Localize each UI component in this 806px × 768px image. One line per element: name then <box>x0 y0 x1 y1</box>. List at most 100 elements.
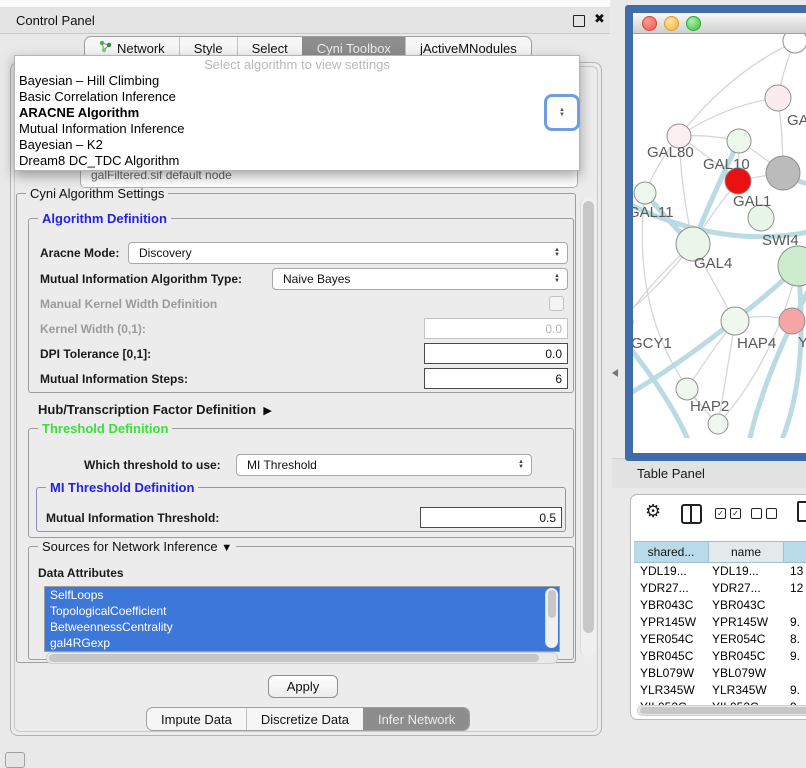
table-panel-title: Table Panel <box>637 466 705 481</box>
settings-scrollbar-thumb[interactable] <box>583 201 594 633</box>
pane-divider-cursor <box>612 369 618 377</box>
table-hscrollbar-thumb[interactable] <box>640 707 806 714</box>
spinner-arrows-icon: ▲▼ <box>547 274 567 284</box>
data-attributes-list[interactable]: SelfLoopsTopologicalCoefficientBetweenne… <box>44 586 560 652</box>
table-cell: YLR345W <box>634 682 708 699</box>
attribute-item-topologicalcoefficient[interactable]: TopologicalCoefficient <box>45 603 559 619</box>
table-row[interactable]: YDL19...YDL19...13 <box>634 563 806 580</box>
network-node-gal11[interactable] <box>634 182 656 204</box>
control-panel-title: Control Panel <box>16 13 95 28</box>
column-header-partial[interactable]: A <box>784 541 806 563</box>
document-icon[interactable] <box>797 501 806 522</box>
attribute-item-selfloops[interactable]: SelfLoops <box>45 587 559 603</box>
collapsed-arrow-icon[interactable]: ▶ <box>263 405 271 417</box>
network-graph: GALGAL80GAL10GAL1GAL11SWI4GAL4GCY1HAP4YH… <box>633 34 806 438</box>
mi-algorithm-type-select[interactable]: Naive Bayes ▲▼ <box>272 268 568 290</box>
table-cell: YDL19... <box>634 563 708 580</box>
gear-icon[interactable]: ⚙ <box>645 501 661 522</box>
attribute-item-betweennesscentrality[interactable]: BetweennessCentrality <box>45 619 559 635</box>
algorithm-dropdown-placeholder: Select algorithm to view settings <box>15 56 579 73</box>
table-cell: 9. <box>782 682 806 699</box>
panel-corner-chip[interactable] <box>5 752 25 768</box>
aracne-mode-select[interactable]: Discovery ▲▼ <box>128 242 568 264</box>
network-node[interactable] <box>766 156 800 190</box>
network-node-y[interactable] <box>779 308 805 334</box>
network-node[interactable] <box>783 34 806 53</box>
data-attributes-label: Data Attributes <box>38 566 124 580</box>
table-cell: 12 <box>782 580 806 597</box>
attributes-hscrollbar[interactable] <box>46 652 558 664</box>
apply-button[interactable]: Apply <box>268 675 338 698</box>
column-header-name[interactable]: name <box>709 541 784 563</box>
column-header-shared[interactable]: shared... <box>634 541 709 563</box>
algorithm-option-bayesian-hill-climbing[interactable]: Bayesian – Hill Climbing <box>15 73 579 89</box>
network-view-window: GALGAL80GAL10GAL1GAL11SWI4GAL4GCY1HAP4YH… <box>625 5 806 461</box>
attribute-item-gal4rgexp[interactable]: gal4RGexp <box>45 635 559 651</box>
network-node-gal10[interactable] <box>727 129 751 153</box>
attributes-list-scrollbar[interactable] <box>545 588 558 648</box>
algorithm-definition-title: Algorithm Definition <box>38 211 171 226</box>
tab-label: Discretize Data <box>261 712 349 727</box>
algorithm-combo-button[interactable]: ▲▼ <box>544 94 580 131</box>
spinner-arrows-icon: ▲▼ <box>547 248 567 258</box>
table-row[interactable]: YER054CYER054C8. <box>634 631 806 648</box>
network-canvas[interactable]: GALGAL80GAL10GAL1GAL11SWI4GAL4GCY1HAP4YH… <box>633 34 806 438</box>
control-panel-titlebar: Control Panel ✖ <box>0 8 610 34</box>
split-columns-icon[interactable] <box>681 504 702 524</box>
table-row[interactable]: YLR345WYLR345W9. <box>634 682 806 699</box>
attributes-hscrollbar-thumb[interactable] <box>49 654 539 662</box>
table-cell: YBL079W <box>708 665 782 682</box>
algorithm-option-aracne-algorithm[interactable]: ARACNE Algorithm <box>15 105 579 121</box>
manual-kernel-width-checkbox[interactable] <box>549 296 564 311</box>
kernel-width-label: Kernel Width (0,1): <box>40 322 146 336</box>
network-node[interactable] <box>708 414 728 434</box>
table-hscrollbar[interactable] <box>637 705 806 716</box>
table-row[interactable]: YBR043CYBR043C <box>634 597 806 614</box>
table-row[interactable]: YBR045CYBR045C9. <box>634 648 806 665</box>
hub-section-label[interactable]: Hub/Transcription Factor Definition ▶ <box>38 402 272 417</box>
network-node-label: GAL <box>787 112 806 129</box>
mi-threshold-field[interactable]: 0.5 <box>420 507 562 528</box>
float-panel-icon[interactable] <box>573 15 585 27</box>
network-node-gal[interactable] <box>765 85 791 111</box>
table-row[interactable]: YBL079WYBL079W <box>634 665 806 682</box>
expanded-arrow-icon[interactable]: ▼ <box>221 542 232 554</box>
network-node-label: GCY1 <box>633 335 672 352</box>
mi-steps-field[interactable]: 6 <box>424 368 568 389</box>
table-cell: YER054C <box>634 631 708 648</box>
table-panel-titlebar: Table Panel <box>612 458 806 488</box>
network-node-label: GAL10 <box>703 156 750 173</box>
deselect-all-icon[interactable] <box>751 508 777 519</box>
close-panel-icon[interactable]: ✖ <box>594 11 605 27</box>
algorithm-option-bayesian-k2[interactable]: Bayesian – K2 <box>15 137 579 153</box>
table-cell: 13 <box>782 563 806 580</box>
network-window-titlebar[interactable] <box>633 13 806 34</box>
network-node-label: GAL11 <box>633 204 674 221</box>
algorithm-dropdown-popup: Select algorithm to view settings Bayesi… <box>14 55 580 171</box>
tab-label: Select <box>252 41 288 56</box>
network-node-hap4[interactable] <box>721 307 749 335</box>
minimize-window-icon[interactable] <box>664 16 679 31</box>
algorithm-option-mutual-information-inference[interactable]: Mutual Information Inference <box>15 121 579 137</box>
tab-infer-network[interactable]: Infer Network <box>363 708 469 730</box>
algorithm-option-dream8-dc-tdc-algorithm[interactable]: Dream8 DC_TDC Algorithm <box>15 153 579 169</box>
algorithm-option-basic-correlation-inference[interactable]: Basic Correlation Inference <box>15 89 579 105</box>
table-row[interactable]: YDR27...YDR27...12 <box>634 580 806 597</box>
dpi-tolerance-field[interactable]: 0.0 <box>424 343 568 364</box>
table-header-row: shared... name A <box>634 541 806 563</box>
table-cell: 9. <box>782 648 806 665</box>
tab-label: Network <box>117 41 165 56</box>
which-threshold-label: Which threshold to use: <box>84 458 221 472</box>
network-node-hap2[interactable] <box>676 378 698 400</box>
network-node-label: GAL1 <box>733 193 771 210</box>
tab-discretize-data[interactable]: Discretize Data <box>246 708 363 730</box>
kernel-width-field[interactable]: 0.0 <box>424 318 568 339</box>
which-threshold-select[interactable]: MI Threshold ▲▼ <box>236 454 532 476</box>
zoom-window-icon[interactable] <box>686 16 701 31</box>
settings-scrollbar[interactable] <box>580 197 596 657</box>
table-row[interactable]: YPR145WYPR145W9. <box>634 614 806 631</box>
attributes-list-scrollbar-thumb[interactable] <box>548 590 556 618</box>
select-all-icon[interactable]: ✓✓ <box>715 508 741 519</box>
tab-impute-data[interactable]: Impute Data <box>147 708 246 730</box>
close-window-icon[interactable] <box>642 16 657 31</box>
